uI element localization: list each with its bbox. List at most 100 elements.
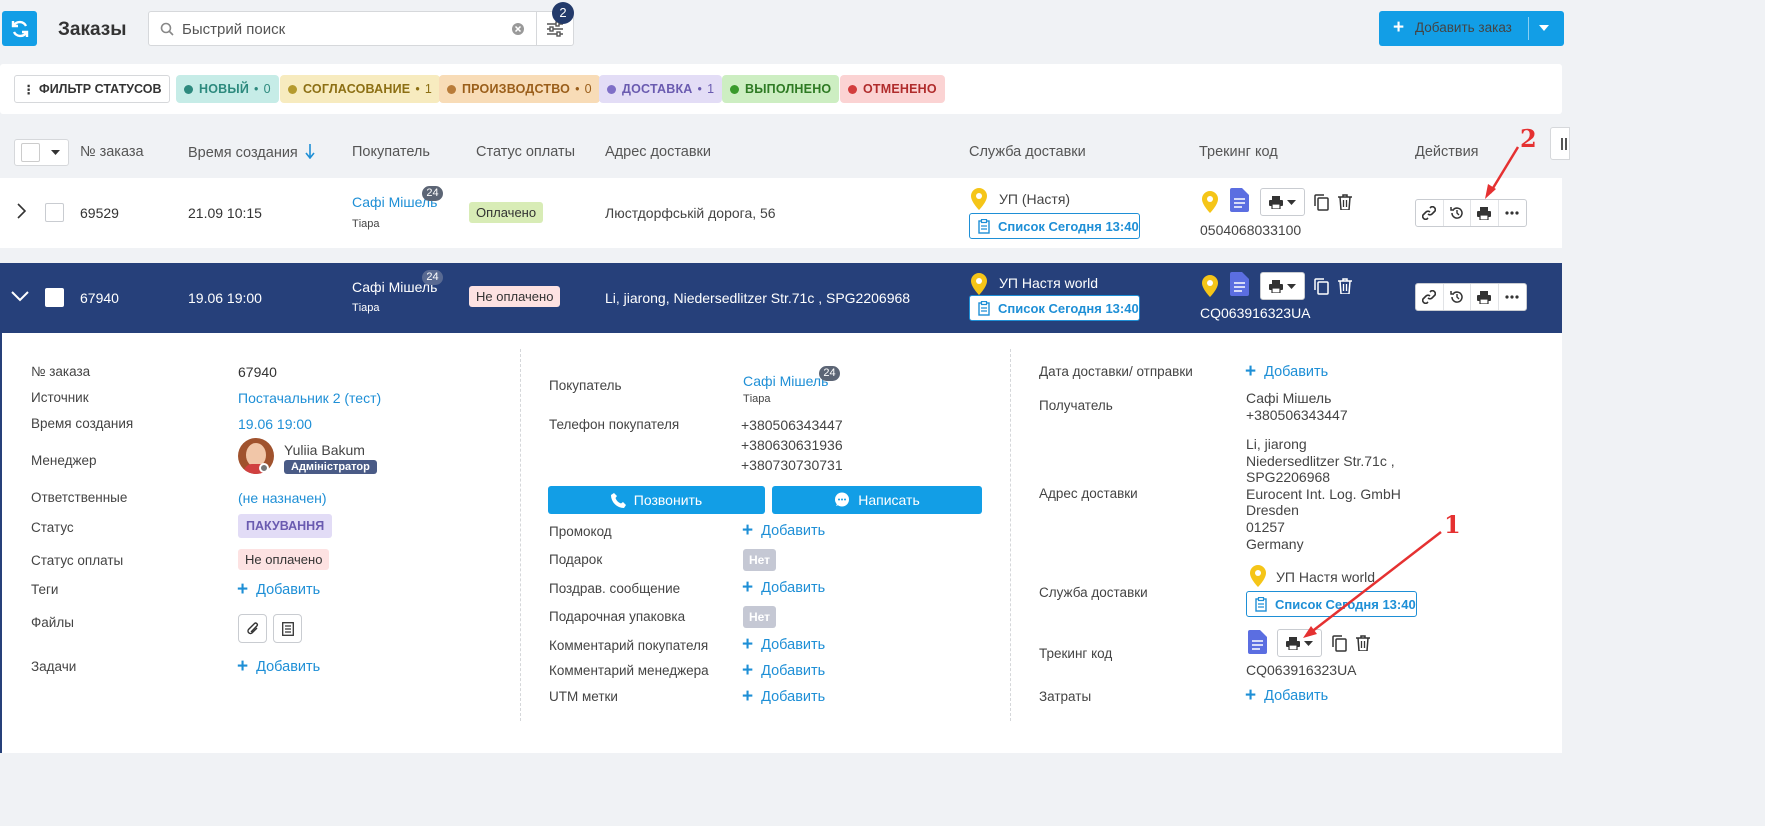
dispatch-list-button[interactable]: Список Сегодня 13:40 (969, 295, 1140, 321)
document-icon[interactable] (1230, 272, 1249, 296)
add-utm-link[interactable]: + Добавить (742, 687, 825, 706)
add-promo-link[interactable]: + Добавить (742, 521, 826, 540)
recipient-phone[interactable]: +380506343447 (1246, 407, 1348, 423)
tracking-code[interactable]: CQ063916323UA (1200, 305, 1311, 321)
clear-icon[interactable] (511, 22, 525, 36)
col-tracking[interactable]: Трекинг код (1199, 144, 1278, 160)
order-number[interactable]: 69529 (80, 205, 119, 221)
tracking-code[interactable]: CQ063916323UA (1246, 662, 1357, 678)
status-chip[interactable]: ПРОИЗВОДСТВО • 0 (439, 75, 600, 103)
copy-icon[interactable] (1314, 278, 1329, 295)
add-delivery-date-link[interactable]: + Добавить (1245, 361, 1328, 382)
print-dropdown[interactable] (1260, 272, 1305, 300)
created-label: Время создания (31, 416, 134, 431)
col-buyer[interactable]: Покупатель (352, 144, 430, 160)
add-task-link[interactable]: + Добавить (237, 657, 320, 676)
plus-icon: + (1393, 17, 1405, 38)
link-button[interactable] (1416, 200, 1444, 226)
phone-3[interactable]: +380730730731 (741, 457, 843, 473)
buyer-link[interactable]: Сафі Мішель (743, 373, 828, 389)
select-all-checkbox[interactable] (21, 143, 40, 162)
history-button[interactable] (1444, 284, 1471, 310)
order-status-badge[interactable]: ПАКУВАННЯ (238, 514, 333, 538)
chevron-down-icon (1287, 199, 1296, 205)
trash-icon[interactable] (1356, 635, 1370, 651)
document-icon[interactable] (1230, 188, 1249, 212)
responsible-link[interactable]: (не назначен) (238, 490, 327, 506)
plus-icon: + (742, 577, 754, 598)
search-icon (160, 22, 174, 36)
address-line: SPG2206968 (1246, 469, 1331, 486)
buyer-comment-label: Комментарий покупателя (549, 638, 709, 653)
more-button[interactable] (1499, 284, 1526, 310)
col-delivery[interactable]: Служба доставки (969, 144, 1086, 160)
chevron-right-icon[interactable] (17, 203, 26, 219)
status-chip-label: ОТМЕНЕНО (863, 82, 937, 96)
select-all-dropdown[interactable] (14, 139, 69, 166)
created-value[interactable]: 19.06 19:00 (238, 416, 312, 432)
row-checkbox[interactable] (45, 288, 64, 307)
dispatch-list-label: Список Сегодня 13:40 (998, 218, 1139, 234)
column-settings-button[interactable] (1550, 127, 1570, 160)
write-button[interactable]: Написать (772, 486, 982, 514)
gift-wrap-badge[interactable]: Нет (743, 606, 777, 628)
status-filter-button[interactable]: ⋮ ФИЛЬТР СТАТУСОВ (14, 75, 170, 103)
pay-status-badge[interactable]: Не оплачено (238, 549, 330, 570)
row-checkbox[interactable] (45, 203, 64, 222)
add-greeting-link[interactable]: + Добавить (742, 577, 825, 598)
status-chip[interactable]: ВЫПОЛНЕНО (722, 75, 840, 103)
trash-icon[interactable] (1338, 194, 1352, 210)
phone-2[interactable]: +380630631936 (741, 437, 843, 453)
status-chip[interactable]: ОТМЕНЕНО (840, 75, 945, 103)
document-icon[interactable] (1248, 630, 1267, 654)
add-manager-comment-link[interactable]: + Добавить (742, 661, 825, 680)
call-button[interactable]: Позвонить (548, 486, 765, 514)
col-order-no[interactable]: № заказа (80, 144, 144, 160)
copy-icon[interactable] (1332, 635, 1347, 652)
status-chip[interactable]: НОВЫЙ • 0 (176, 75, 279, 103)
add-tag-link[interactable]: + Добавить (237, 580, 320, 599)
add-buyer-comment-link[interactable]: + Добавить (742, 635, 825, 654)
trash-icon[interactable] (1338, 278, 1352, 294)
print-button[interactable] (1471, 284, 1499, 310)
document-file-button[interactable] (273, 614, 302, 643)
phone-1[interactable]: +380506343447 (741, 417, 843, 433)
table-row-expanded[interactable]: 67940 19.06 19:00 Сафі Мішель 24 Тіара Н… (0, 263, 1562, 333)
table-row[interactable]: 69529 21.09 10:15 Сафі Мішель 24 Тіара О… (0, 178, 1562, 248)
col-address[interactable]: Адрес доставки (605, 144, 711, 160)
history-button[interactable] (1444, 200, 1471, 226)
clipboard-icon (978, 218, 990, 234)
plus-icon: + (1245, 361, 1257, 382)
add-promo-label: Добавить (761, 523, 826, 539)
address-line: Eurocent Int. Log. GmbH (1246, 485, 1401, 502)
col-created[interactable]: Время создания (188, 144, 315, 161)
tracking-code[interactable]: 0504068033100 (1200, 222, 1301, 238)
location-pin-icon[interactable] (1201, 275, 1219, 297)
location-pin-icon[interactable] (1201, 191, 1219, 213)
gift-badge[interactable]: Нет (743, 549, 777, 571)
print-dropdown[interactable] (1277, 629, 1322, 657)
more-button[interactable] (1499, 200, 1526, 226)
dispatch-list-button[interactable]: Список Сегодня 13:40 (969, 213, 1140, 239)
refresh-button[interactable] (2, 11, 37, 46)
add-costs-link[interactable]: + Добавить (1245, 686, 1328, 705)
chevron-down-icon[interactable] (1539, 25, 1549, 32)
status-chip[interactable]: ДОСТАВКА • 1 (599, 75, 723, 103)
col-pay-status[interactable]: Статус оплаты (476, 144, 575, 160)
order-no-value: 67940 (238, 364, 277, 380)
copy-icon[interactable] (1314, 194, 1329, 211)
link-button[interactable] (1416, 284, 1444, 310)
dispatch-list-button[interactable]: Список Сегодня 13:40 (1246, 591, 1417, 617)
attach-file-button[interactable] (238, 614, 267, 643)
order-number[interactable]: 67940 (80, 290, 119, 306)
add-order-button[interactable]: + Добавить заказ (1379, 11, 1564, 46)
search-input[interactable]: Быстрий поиск (148, 11, 537, 46)
source-link[interactable]: Постачальник 2 (тест) (238, 390, 381, 406)
status-chip[interactable]: СОГЛАСОВАНИЕ • 1 (280, 75, 441, 103)
chevron-down-icon[interactable] (11, 291, 29, 302)
print-button[interactable] (1471, 200, 1499, 226)
print-dropdown[interactable] (1260, 188, 1305, 216)
created-time: 21.09 10:15 (188, 205, 262, 221)
status-dot-icon (730, 84, 739, 94)
call-label: Позвонить (633, 492, 703, 508)
